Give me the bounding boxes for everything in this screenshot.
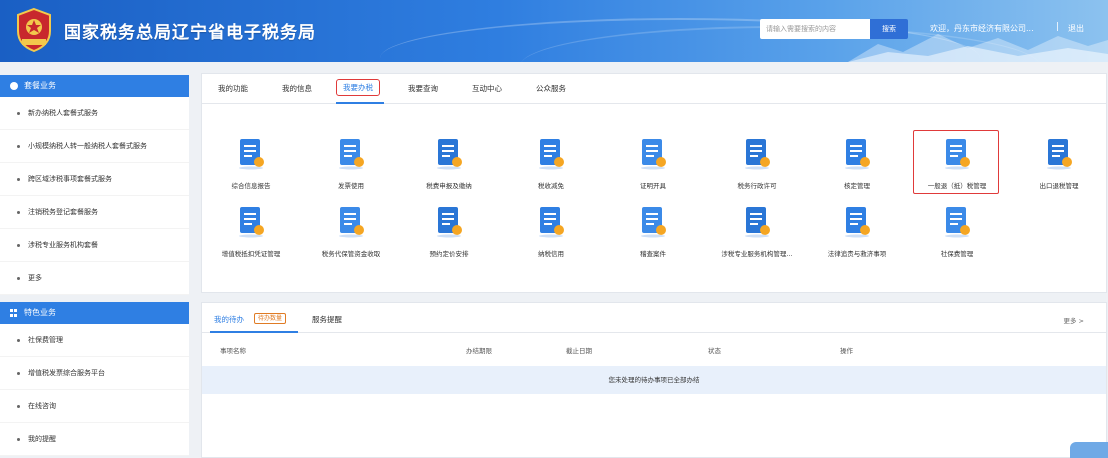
search-input[interactable]: 请输入需要搜索的内容: [760, 19, 870, 39]
social-insurance-icon: [945, 207, 970, 238]
active-tab-underline: [336, 102, 384, 104]
sidebar-header-label: 套餐业务: [24, 81, 56, 90]
service-item[interactable]: 稽查案件: [608, 204, 698, 258]
certificate-icon: [641, 139, 666, 170]
license-icon: [745, 139, 770, 170]
sidebar-header-label: 特色业务: [24, 308, 56, 317]
service-item[interactable]: 出口退税管理: [1014, 136, 1104, 190]
empty-message: 您未处理的待办事项已全部办结: [608, 376, 700, 384]
service-item[interactable]: 核定管理: [812, 136, 902, 190]
service-label: 核定管理: [844, 182, 870, 190]
tab-public-service[interactable]: 公众服务: [536, 83, 566, 94]
tab-service-reminder[interactable]: 服务提醒: [312, 314, 342, 325]
sidebar-section-package: 套餐业务 新办纳税人套餐式服务 小规模纳税人转一般纳税人套餐式服务 跨区域涉税事…: [0, 75, 189, 295]
column-header: 状态: [708, 347, 721, 355]
todo-count-badge: 待办数量: [254, 313, 287, 324]
search-button[interactable]: 搜索: [870, 19, 908, 39]
sidebar-header-package[interactable]: 套餐业务: [0, 75, 189, 97]
invoice-icon: [339, 139, 364, 170]
sidebar-item-more[interactable]: 更多: [0, 262, 189, 295]
main-tabs: 我的功能 我的信息 我要办税 我要查询 互动中心 公众服务: [202, 74, 1106, 104]
service-item[interactable]: 综合信息报告: [206, 136, 296, 190]
service-label: 社保费管理: [940, 250, 974, 258]
verification-icon: [845, 139, 870, 170]
floating-help-button[interactable]: [1070, 442, 1108, 458]
more-link[interactable]: 更多 >: [1063, 315, 1084, 325]
service-item[interactable]: 涉税专业服务机构管理...: [712, 204, 802, 258]
service-item[interactable]: 税费申报及缴纳: [404, 136, 494, 190]
service-item[interactable]: 证明开具: [608, 136, 698, 190]
sidebar-item[interactable]: 涉税专业服务机构套餐: [0, 229, 189, 262]
sidebar-item[interactable]: 注销税务登记套餐服务: [0, 196, 189, 229]
site-title: 国家税务总局辽宁省电子税务局: [64, 23, 316, 43]
todo-panel: 我的待办 待办数量 服务提醒 更多 > 事项名称 办结期限 截止日期 状态 操作…: [201, 302, 1107, 458]
pricing-icon: [437, 207, 462, 238]
export-refund-icon: [1047, 139, 1072, 170]
service-item[interactable]: 税务代保管资金收取: [306, 204, 396, 258]
tax-relief-icon: [539, 139, 564, 170]
service-label: 税务行政许可: [737, 182, 777, 190]
sidebar-item[interactable]: 我的提醒: [0, 423, 189, 456]
sidebar-item[interactable]: 社保费管理: [0, 324, 189, 357]
site-header: 国家税务总局辽宁省电子税务局 请输入需要搜索的内容 搜索 欢迎，丹东市经济有限公…: [0, 0, 1108, 62]
service-item[interactable]: 税务行政许可: [712, 136, 802, 190]
sidebar-item[interactable]: 在线咨询: [0, 390, 189, 423]
column-header: 事项名称: [220, 347, 246, 355]
service-label: 出口退税管理: [1039, 182, 1079, 190]
todo-table-header: 事项名称 办结期限 截止日期 状态 操作: [202, 333, 1106, 363]
tax-emblem-icon: [17, 7, 51, 53]
service-label: 综合信息报告: [231, 182, 271, 190]
inspection-icon: [641, 207, 666, 238]
sidebar: 套餐业务 新办纳税人套餐式服务 小规模纳税人转一般纳税人套餐式服务 跨区域涉税事…: [0, 75, 189, 458]
sidebar-item[interactable]: 跨区域涉税事项套餐式服务: [0, 163, 189, 196]
service-label: 稽查案件: [640, 250, 666, 258]
deduction-icon: [239, 207, 264, 238]
sidebar-item[interactable]: 小规模纳税人转一般纳税人套餐式服务: [0, 130, 189, 163]
grid-icon: [10, 309, 18, 317]
logout-link[interactable]: 退出: [1068, 23, 1084, 34]
sidebar-item[interactable]: 增值税发票综合服务平台: [0, 357, 189, 390]
tab-my-info[interactable]: 我的信息: [282, 83, 312, 94]
sidebar-item[interactable]: 新办纳税人套餐式服务: [0, 97, 189, 130]
service-label: 涉税专业服务机构管理...: [721, 250, 793, 258]
column-header: 操作: [840, 347, 853, 355]
service-label: 税务代保管资金收取: [321, 250, 381, 258]
service-item[interactable]: 纳税信用: [506, 204, 596, 258]
legal-icon: [845, 207, 870, 238]
header-separator: |: [1056, 22, 1060, 32]
sidebar-section-special: 特色业务 社保费管理 增值税发票综合服务平台 在线咨询 我的提醒: [0, 302, 189, 456]
service-label: 证明开具: [640, 182, 666, 190]
fund-icon: [339, 207, 364, 238]
service-label: 纳税信用: [538, 250, 564, 258]
highlight-box: [913, 130, 999, 194]
circle-icon: [10, 82, 18, 90]
tax-payment-icon: [437, 139, 462, 170]
todo-tabs: 我的待办 待办数量 服务提醒 更多 >: [202, 303, 1106, 333]
service-label: 法律追责与救济事项: [827, 250, 887, 258]
service-item[interactable]: 法律追责与救济事项: [812, 204, 902, 258]
service-label: 税费申报及缴纳: [426, 182, 472, 190]
service-label: 预约定价安排: [429, 250, 469, 258]
tab-interaction[interactable]: 互动中心: [472, 83, 502, 94]
service-item[interactable]: 增值税抵扣凭证管理: [206, 204, 296, 258]
agency-icon: [745, 207, 770, 238]
service-item[interactable]: 社保费管理: [912, 204, 1002, 258]
report-icon: [239, 139, 264, 170]
service-item[interactable]: 预约定价安排: [404, 204, 494, 258]
service-item[interactable]: 税收减免: [506, 136, 596, 190]
tab-query[interactable]: 我要查询: [408, 83, 438, 94]
sidebar-gap: [0, 295, 189, 302]
tab-my-todo[interactable]: 我的待办: [214, 314, 244, 325]
service-label: 发票使用: [338, 182, 364, 190]
column-header: 办结期限: [466, 347, 492, 355]
tab-tax-handling[interactable]: 我要办税: [336, 79, 380, 96]
service-item[interactable]: 发票使用: [306, 136, 396, 190]
sidebar-header-special[interactable]: 特色业务: [0, 302, 189, 324]
service-label: 税收减免: [538, 182, 564, 190]
tab-my-functions[interactable]: 我的功能: [218, 83, 248, 94]
service-label: 增值税抵扣凭证管理: [221, 250, 281, 258]
welcome-text[interactable]: 欢迎，丹东市经济有限公司...: [930, 23, 1034, 34]
credit-icon: [539, 207, 564, 238]
column-header: 截止日期: [566, 347, 592, 355]
